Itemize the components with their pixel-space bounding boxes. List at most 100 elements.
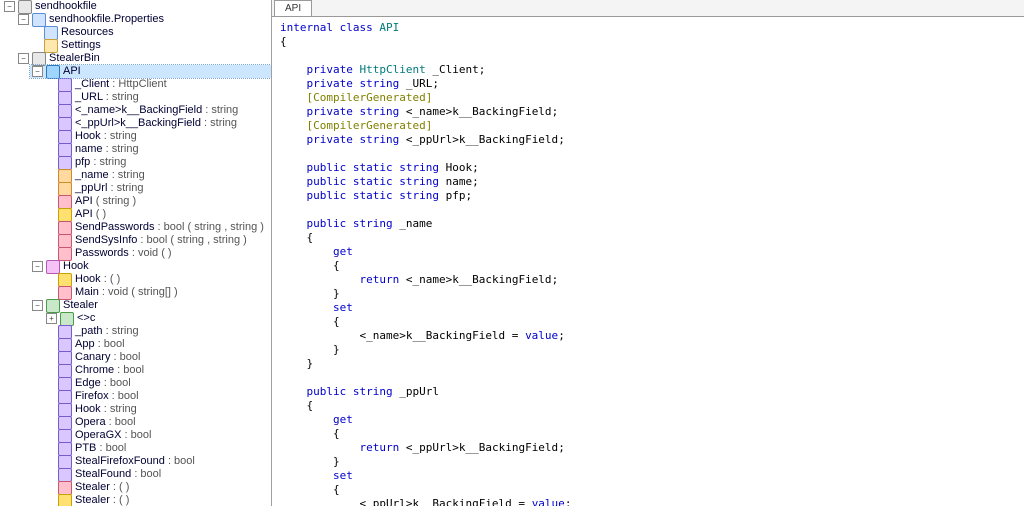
tab-api[interactable]: API [274,0,312,16]
field-icon [58,403,72,417]
expander-icon[interactable]: − [32,300,43,311]
tree-member[interactable]: Hook : string [44,403,271,416]
tree-member[interactable]: SendSysInfo : bool ( string , string ) [44,234,271,247]
tree-label: Stealer [63,299,98,312]
tree-root[interactable]: − sendhookfile [2,0,271,13]
tree-member[interactable]: _path : string [44,325,271,338]
tree-member[interactable]: PTB : bool [44,442,271,455]
tree-class-api[interactable]: − API [30,65,271,78]
expander-icon[interactable]: − [32,66,43,77]
tree-member[interactable]: OperaGX : bool [44,429,271,442]
field-icon [58,156,72,170]
tree-member[interactable]: API ( string ) [44,195,271,208]
shield-icon [32,13,46,27]
expander-icon[interactable]: − [18,14,29,25]
tree-label: API [63,65,81,78]
tree-properties[interactable]: − sendhookfile.Properties [16,13,271,26]
settings-icon [44,39,58,53]
tree-member[interactable]: _URL : string [44,91,271,104]
tree-label: Canary : bool [75,351,140,364]
tree-member[interactable]: API ( ) [44,208,271,221]
class-icon [46,65,60,79]
tree-label: _name : string [75,169,145,182]
tree-label: Opera : bool [75,416,136,429]
method-icon [58,234,72,248]
tree-member[interactable]: pfp : string [44,156,271,169]
field-icon [58,455,72,469]
expander-icon[interactable]: + [46,313,57,324]
tree-label: Stealer : ( ) [75,494,129,506]
tree-member[interactable]: Hook : ( ) [44,273,271,286]
tree-label: Main : void ( string[] ) [75,286,178,299]
tree-member[interactable]: _name : string [44,169,271,182]
method-icon [58,481,72,495]
field-icon [58,364,72,378]
tree-stealerbin[interactable]: − StealerBin [16,52,271,65]
tree-label: Settings [61,39,101,52]
tree-label: SendSysInfo : bool ( string , string ) [75,234,247,247]
tree-member[interactable]: _ppUrl : string [44,182,271,195]
field-icon [58,91,72,105]
tree-member[interactable]: Opera : bool [44,416,271,429]
class-icon [60,312,74,326]
tree-label: API ( ) [75,208,106,221]
tree-label: StealerBin [49,52,100,65]
expander-icon[interactable]: − [32,261,43,272]
tree-member[interactable]: Stealer : ( ) [44,494,271,506]
tree-member[interactable]: Firefox : bool [44,390,271,403]
field-icon [58,325,72,339]
tree-member[interactable]: Hook : string [44,130,271,143]
tree-member[interactable]: Canary : bool [44,351,271,364]
tree-label: <_name>k__BackingField : string [75,104,238,117]
tree-member[interactable]: name : string [44,143,271,156]
tree-label: name : string [75,143,139,156]
expander-icon[interactable]: − [4,1,15,12]
assembly-tree[interactable]: − sendhookfile − sendhookfile.Properties [0,0,272,506]
field-icon [58,416,72,430]
field-icon [58,117,72,131]
tree-member[interactable]: Edge : bool [44,377,271,390]
code-view[interactable]: internal class API { private HttpClient … [272,17,1024,506]
tree-label: <_ppUrl>k__BackingField : string [75,117,237,130]
constructor-icon [58,273,72,287]
tree-label: Hook : ( ) [75,273,120,286]
tree-class-stealer[interactable]: − Stealer [30,299,271,312]
tree-settings[interactable]: Settings [30,39,271,52]
tree-label: Chrome : bool [75,364,144,377]
tree-label: Edge : bool [75,377,131,390]
tree-member[interactable]: StealFound : bool [44,468,271,481]
tree-member[interactable]: StealFirefoxFound : bool [44,455,271,468]
tree-member[interactable]: Stealer : ( ) [44,481,271,494]
tree-member[interactable]: <_name>k__BackingField : string [44,104,271,117]
tree-label: pfp : string [75,156,126,169]
tree-member[interactable]: Chrome : bool [44,364,271,377]
method-icon [58,221,72,235]
property-icon [58,182,72,196]
expander-icon[interactable]: − [18,53,29,64]
field-icon [58,78,72,92]
tree-label: Resources [61,26,114,39]
tree-member[interactable]: Passwords : void ( ) [44,247,271,260]
tree-member[interactable]: SendPasswords : bool ( string , string ) [44,221,271,234]
field-icon [58,390,72,404]
field-icon [58,338,72,352]
tree-label: _Client : HttpClient [75,78,167,91]
tree-class-hook[interactable]: − Hook [30,260,271,273]
tree-label: _URL : string [75,91,139,104]
tree-label: _path : string [75,325,139,338]
tree-member[interactable]: _Client : HttpClient [44,78,271,91]
field-icon [58,143,72,157]
tree-label: Hook : string [75,130,137,143]
tree-anon-class[interactable]: + <>c [44,312,271,325]
class-icon [46,299,60,313]
property-icon [58,169,72,183]
tree-label: Hook : string [75,403,137,416]
tree-resources[interactable]: Resources [30,26,271,39]
tree-member[interactable]: App : bool [44,338,271,351]
tree-label: App : bool [75,338,125,351]
tree-label: sendhookfile.Properties [49,13,164,26]
tree-label: Stealer : ( ) [75,481,129,494]
tree-member[interactable]: <_ppUrl>k__BackingField : string [44,117,271,130]
constructor-icon [58,208,72,222]
tree-member[interactable]: Main : void ( string[] ) [44,286,271,299]
